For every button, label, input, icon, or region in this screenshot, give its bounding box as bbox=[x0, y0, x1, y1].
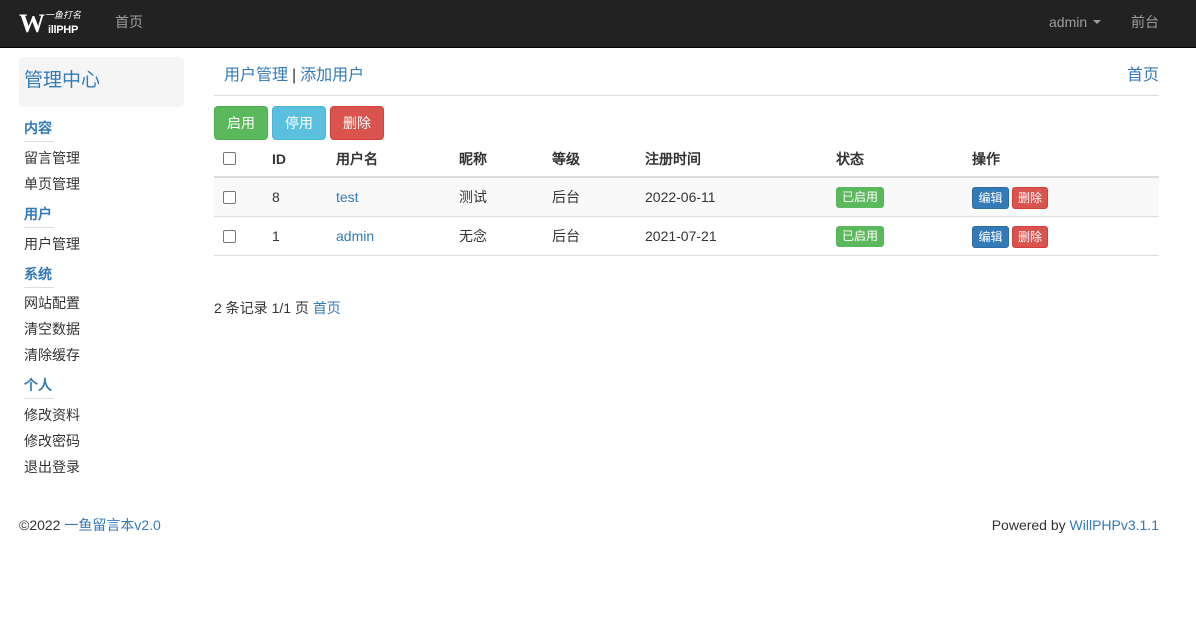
status-badge[interactable]: 已启用 bbox=[836, 226, 884, 247]
sidebar-section-content: 内容 bbox=[24, 120, 54, 142]
cell-registered: 2021-07-21 bbox=[645, 228, 717, 244]
breadcrumb: 用户管理 | 添加用户 bbox=[224, 65, 364, 87]
main-home-link[interactable]: 首页 bbox=[1127, 65, 1159, 87]
sidebar-section-system: 系统 bbox=[24, 266, 54, 288]
column-header-actions: 操作 bbox=[972, 151, 1000, 167]
nav-home-link[interactable]: 首页 bbox=[115, 0, 143, 44]
sidebar-header: 管理中心 bbox=[19, 57, 184, 107]
sidebar-item-change-password[interactable]: 修改密码 bbox=[24, 431, 80, 451]
brand-logo[interactable]: W illPHP 一鱼打名 bbox=[19, 11, 85, 37]
cell-registered: 2022-06-11 bbox=[645, 189, 716, 205]
sidebar-item-clear-cache[interactable]: 清除缓存 bbox=[24, 345, 80, 365]
copyright-text: ©2022 bbox=[19, 517, 61, 533]
column-header-username: 用户名 bbox=[336, 151, 378, 167]
pagination-summary: 2 条记录 1/1 页 bbox=[214, 300, 309, 316]
logo-letter: W bbox=[19, 9, 45, 38]
sidebar-item-user-management[interactable]: 用户管理 bbox=[24, 234, 80, 254]
column-header-nickname: 昵称 bbox=[459, 151, 487, 167]
sidebar-section-users: 用户 bbox=[24, 206, 54, 228]
sidebar-item-messages[interactable]: 留言管理 bbox=[24, 148, 80, 168]
table-row: 1 admin 无念 后台 2021-07-21 已启用 编辑 删除 bbox=[214, 217, 1159, 256]
cell-username-link[interactable]: admin bbox=[336, 217, 374, 255]
disable-button[interactable]: 停用 bbox=[272, 106, 326, 140]
row-delete-button[interactable]: 删除 bbox=[1012, 226, 1048, 248]
row-delete-button[interactable]: 删除 bbox=[1012, 187, 1048, 209]
header-divider bbox=[214, 95, 1159, 96]
powered-by-text: Powered by bbox=[991, 517, 1066, 533]
column-header-registered: 注册时间 bbox=[645, 151, 701, 167]
cell-level: 后台 bbox=[552, 228, 580, 244]
edit-button[interactable]: 编辑 bbox=[972, 187, 1009, 209]
sidebar-item-pages[interactable]: 单页管理 bbox=[24, 174, 80, 194]
table-header: ID 用户名 昵称 等级 注册时间 状态 操作 bbox=[214, 140, 1159, 178]
caret-down-icon bbox=[1093, 20, 1102, 25]
footer-copyright: ©2022 一鱼留言本v2.0 bbox=[19, 515, 161, 535]
breadcrumb-user-management[interactable]: 用户管理 bbox=[224, 67, 288, 84]
pagination-first-link[interactable]: 首页 bbox=[313, 300, 341, 316]
sidebar-title[interactable]: 管理中心 bbox=[24, 69, 100, 93]
row-checkbox[interactable] bbox=[223, 230, 236, 243]
sidebar-item-site-config[interactable]: 网站配置 bbox=[24, 293, 80, 313]
table-row: 8 test 测试 后台 2022-06-11 已启用 编辑 删除 bbox=[214, 178, 1159, 217]
select-all-checkbox[interactable] bbox=[223, 152, 236, 165]
footer-powered: Powered by WillPHPv3.1.1 bbox=[992, 515, 1159, 535]
cell-nickname: 无念 bbox=[459, 228, 487, 244]
user-name: admin bbox=[1049, 14, 1088, 30]
logo-tagline: 一鱼打名 bbox=[45, 11, 82, 21]
user-dropdown[interactable]: admin bbox=[1049, 0, 1102, 44]
logo-wordmark: illPHP bbox=[48, 24, 78, 36]
breadcrumb-separator: | bbox=[292, 67, 297, 84]
status-badge[interactable]: 已启用 bbox=[836, 187, 884, 208]
nav-frontend-link[interactable]: 前台 bbox=[1131, 0, 1159, 44]
breadcrumb-add-user[interactable]: 添加用户 bbox=[300, 67, 364, 84]
cell-id: 8 bbox=[272, 189, 280, 205]
sidebar-item-edit-profile[interactable]: 修改资料 bbox=[24, 405, 80, 425]
cell-nickname: 测试 bbox=[459, 189, 487, 205]
engine-link[interactable]: WillPHPv3.1.1 bbox=[1070, 517, 1159, 533]
delete-button[interactable]: 删除 bbox=[330, 106, 384, 140]
site-name-link[interactable]: 一鱼留言本v2.0 bbox=[64, 517, 160, 533]
cell-level: 后台 bbox=[552, 189, 580, 205]
edit-button[interactable]: 编辑 bbox=[972, 226, 1009, 248]
top-navbar: W illPHP 一鱼打名 首页 admin 前台 bbox=[0, 0, 1196, 48]
sidebar-item-clear-data[interactable]: 清空数据 bbox=[24, 319, 80, 339]
column-header-status: 状态 bbox=[836, 151, 864, 167]
sidebar-section-personal: 个人 bbox=[24, 377, 54, 399]
enable-button[interactable]: 启用 bbox=[214, 106, 268, 140]
column-header-id: ID bbox=[272, 151, 286, 167]
column-header-level: 等级 bbox=[552, 151, 580, 167]
cell-id: 1 bbox=[272, 228, 280, 244]
row-checkbox[interactable] bbox=[223, 191, 236, 204]
sidebar-item-logout[interactable]: 退出登录 bbox=[24, 457, 80, 477]
cell-username-link[interactable]: test bbox=[336, 178, 359, 216]
pagination: 2 条记录 1/1 页 首页 bbox=[214, 298, 341, 318]
